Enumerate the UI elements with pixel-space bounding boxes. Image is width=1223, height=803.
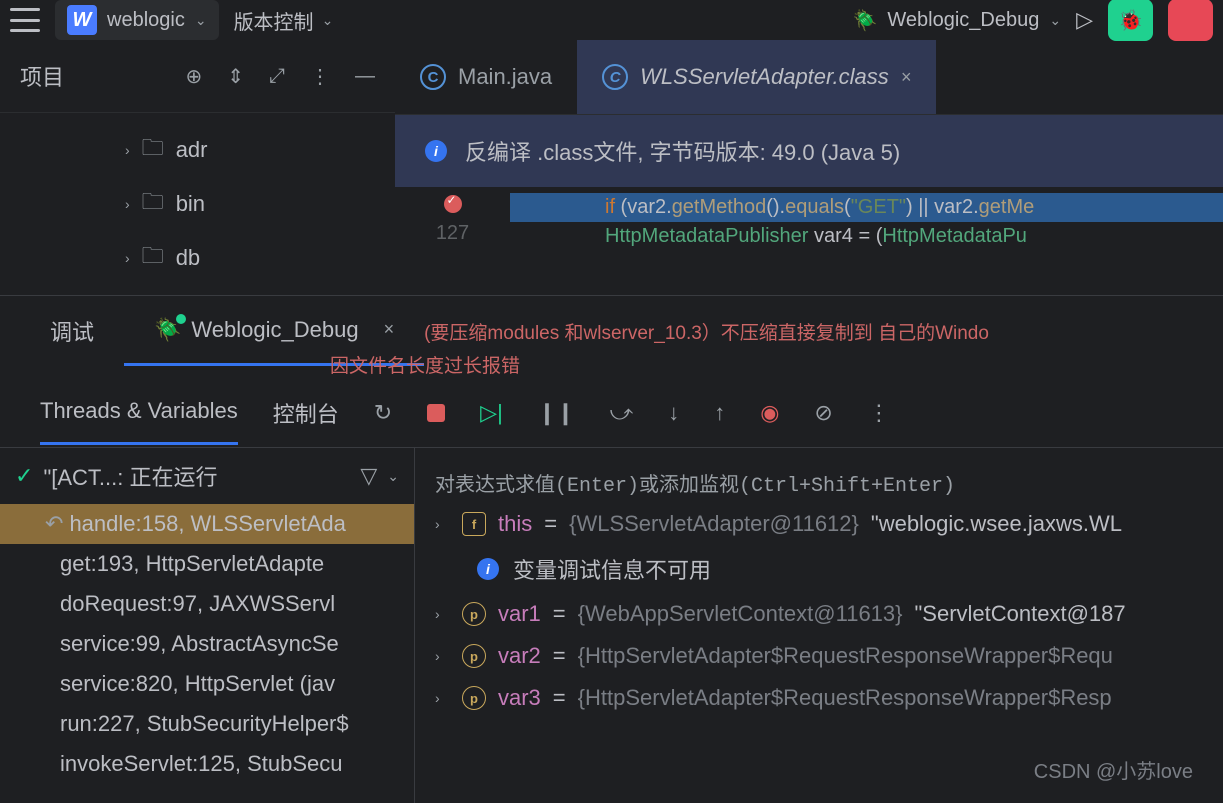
stop-button[interactable] [1168,0,1213,41]
step-over-icon[interactable]: ⤻ [610,400,634,426]
threads-tab[interactable]: Threads & Variables [40,398,238,445]
resume-icon[interactable]: ▷| [480,400,503,426]
tree-folder[interactable]: ›🗀bin [0,177,395,231]
menu-icon[interactable] [10,8,40,32]
more-icon[interactable]: ⋮ [310,64,330,89]
field-icon: f [462,512,486,536]
bug-icon: 🪲 [154,317,181,343]
variable-row[interactable]: › p var2 = {HttpServletAdapter$RequestRe… [435,635,1203,677]
view-breakpoints-icon[interactable]: ◉ [760,400,779,426]
stack-frame[interactable]: service:820, HttpServlet (jav [0,664,414,704]
collapse-icon[interactable]: ⤢ [269,65,285,88]
minimize-icon[interactable]: — [355,65,375,88]
stop-icon[interactable] [427,404,445,422]
more-icon[interactable]: ⋮ [868,400,890,426]
param-icon: p [462,686,486,710]
expand-icon[interactable]: ⇕ [227,64,244,89]
variable-row[interactable]: › p var3 = {HttpServletAdapter$RequestRe… [435,677,1203,719]
chevron-right-icon: › [435,690,450,706]
stack-frame[interactable]: invokeServlet:125, StubSecu [0,744,414,784]
folder-icon: 🗀 [142,185,164,223]
chevron-right-icon: › [125,250,130,266]
stack-frame[interactable]: service:99, AbstractAsyncSe [0,624,414,664]
run-config-selector[interactable]: 🪲 Weblogic_Debug ⌄ [852,8,1061,33]
step-into-icon[interactable]: ↓ [668,400,679,426]
chevron-down-icon: ⌄ [195,12,207,29]
close-icon[interactable]: × [384,319,395,340]
chevron-right-icon: › [435,516,450,532]
debug-info-unavailable: i 变量调试信息不可用 [435,545,1203,593]
target-icon[interactable]: ⊕ [185,64,202,89]
thread-selector[interactable]: ✓ "[ACT...: 正在运行 ▽ ⌄ [0,448,414,504]
tree-folder[interactable]: ›🗀db [0,231,395,285]
variable-row[interactable]: › f this = {WLSServletAdapter@11612} "we… [435,503,1203,545]
param-icon: p [462,644,486,668]
watermark: CSDN @小苏love [1034,755,1193,784]
stack-frame[interactable]: ↶handle:158, WLSServletAda [0,504,414,544]
class-icon: C [602,64,628,90]
project-panel-title: 项目 [20,60,160,92]
rerun-icon[interactable]: ↻ [374,400,392,426]
stack-frame[interactable]: doRequest:97, JAXWSServl [0,584,414,624]
project-badge-icon: W [67,5,97,35]
project-tree: ›🗀adr ›🗀bin ›🗀db [0,113,395,295]
warning-text: (要压缩modules 和wlserver_10.3）不压缩直接复制到 自己的W… [424,318,1203,345]
decompile-banner: i 反编译 .class文件, 字节码版本: 49.0 (Java 5) [395,115,1223,187]
chevron-down-icon: ⌄ [1049,12,1061,29]
stack-frame[interactable]: get:193, HttpServletAdapte [0,544,414,584]
console-tab[interactable]: 控制台 [273,397,339,429]
editor-tab[interactable]: C Main.java [395,40,577,114]
project-name: weblogic [107,9,185,32]
bug-icon: 🪲 [852,8,877,33]
code-area[interactable]: if (var2.getMethod().equals("GET") || va… [510,187,1223,251]
mute-breakpoints-icon[interactable]: ⊘ [814,400,832,426]
chevron-down-icon: ⌄ [322,12,334,29]
debug-tab[interactable]: 调试 [20,296,124,366]
vcs-menu[interactable]: 版本控制 ⌄ [234,6,334,35]
pause-icon[interactable]: ❙❙ [538,400,575,426]
editor-tab-active[interactable]: C WLSServletAdapter.class × [577,40,936,114]
run-button[interactable]: ▷ [1076,7,1093,33]
class-icon: C [420,64,446,90]
project-selector[interactable]: W weblogic ⌄ [55,0,219,40]
info-icon: i [425,140,447,162]
step-out-icon[interactable]: ↑ [714,400,725,426]
chevron-right-icon: › [125,196,130,212]
param-icon: p [462,602,486,626]
info-icon: i [477,558,499,580]
check-icon: ✓ [15,463,33,489]
variable-row[interactable]: › p var1 = {WebAppServletContext@11613} … [435,593,1203,635]
folder-icon: 🗀 [142,131,164,169]
tree-folder[interactable]: ›🗀adr [0,123,395,177]
close-icon[interactable]: × [901,67,912,88]
gutter[interactable]: 127 [395,187,510,251]
undo-icon: ↶ [45,511,63,536]
stack-frame[interactable]: run:227, StubSecurityHelper$ [0,704,414,744]
folder-icon: 🗀 [142,239,164,277]
breakpoint-icon[interactable] [444,195,462,213]
evaluate-expression-input[interactable]: 对表达式求值(Enter)或添加监视(Ctrl+Shift+Enter) [435,463,1203,503]
chevron-down-icon[interactable]: ⌄ [387,468,399,485]
chevron-right-icon: › [125,142,130,158]
chevron-right-icon: › [435,606,450,622]
chevron-right-icon: › [435,648,450,664]
debug-button[interactable]: 🐞 [1108,0,1153,41]
filter-icon[interactable]: ▽ [360,463,377,489]
